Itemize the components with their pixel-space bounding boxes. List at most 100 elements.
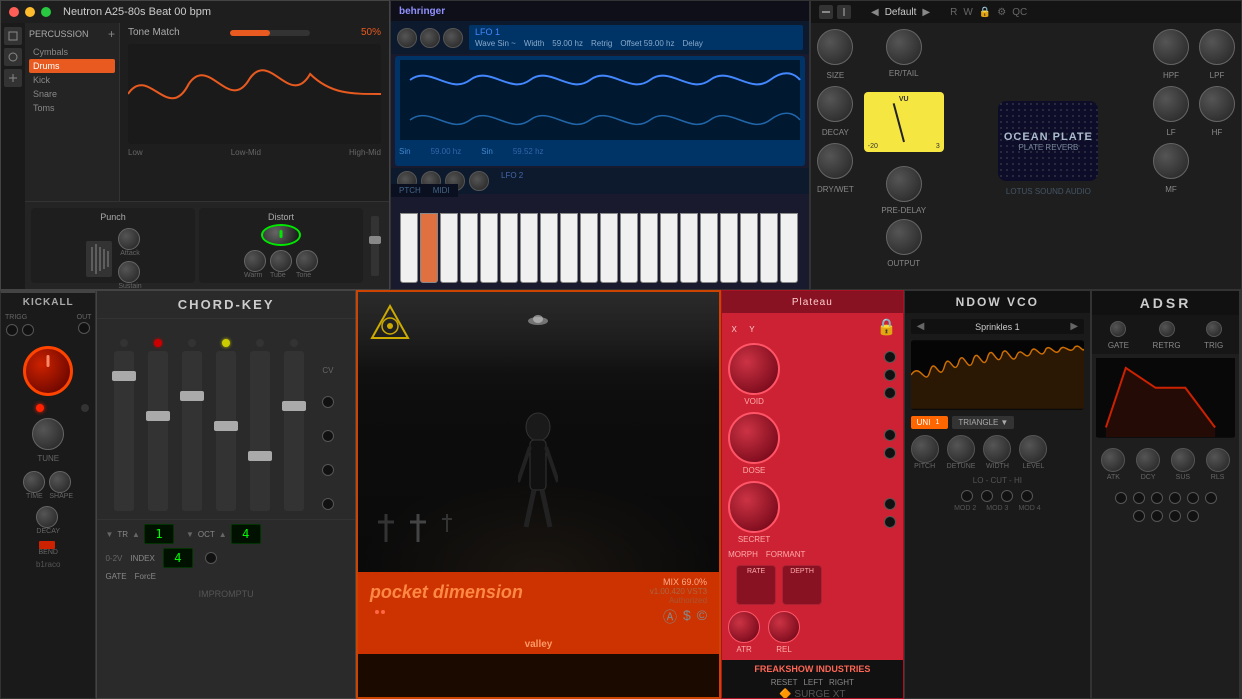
preset-prev-arrow[interactable]: ◀ (917, 321, 925, 332)
reverb-drywet-knob[interactable] (817, 143, 853, 179)
sidebar-btn-3[interactable] (4, 69, 22, 87)
percussion-kick[interactable]: Kick (29, 73, 115, 87)
reverb-decay-knob[interactable] (817, 86, 853, 122)
reverb-predelay-knob[interactable] (886, 166, 922, 202)
fader-4-track[interactable] (216, 351, 236, 511)
dose-knob[interactable] (728, 412, 780, 464)
fader-2-handle[interactable] (146, 411, 170, 421)
key-e2[interactable] (580, 213, 598, 283)
fader-3-handle[interactable] (180, 391, 204, 401)
fader-5-handle[interactable] (248, 451, 272, 461)
fader-6-track[interactable] (284, 351, 304, 511)
rel-knob[interactable] (768, 611, 800, 643)
fs-jack-7[interactable] (884, 516, 896, 528)
vco-knob-1[interactable] (911, 435, 939, 463)
fs-jack-1[interactable] (884, 351, 896, 363)
distort-main-knob[interactable] (261, 224, 301, 246)
key-a[interactable] (500, 213, 518, 283)
tone-match-slider[interactable] (230, 30, 310, 36)
adsr-jack-7[interactable] (1133, 510, 1145, 522)
close-dot[interactable] (9, 7, 19, 17)
maximize-dot[interactable] (41, 7, 51, 17)
adsr-jack-9[interactable] (1169, 510, 1181, 522)
out-jack[interactable] (78, 322, 90, 334)
key-e3[interactable] (720, 213, 738, 283)
vco-jack-1[interactable] (961, 490, 973, 502)
triangle-btn[interactable]: TRIANGLE ▼ (952, 416, 1014, 429)
key-d[interactable] (420, 213, 438, 283)
percussion-cymbals[interactable]: Cymbals (29, 45, 115, 59)
reverb-btn-w[interactable]: W (963, 7, 972, 18)
kickall-main-knob[interactable] (23, 346, 73, 396)
reverb-lpf-knob[interactable] (1199, 29, 1235, 65)
rate-module[interactable]: RATE (736, 565, 776, 605)
preset-next-arrow[interactable]: ▶ (1070, 321, 1078, 332)
punch-attack-knob[interactable] (118, 228, 140, 250)
distort-knob-1[interactable] (244, 250, 266, 272)
key-d3[interactable] (700, 213, 718, 283)
vco-knob-2[interactable] (947, 435, 975, 463)
kickall-bend-slider[interactable] (39, 541, 55, 549)
wvco-preset-bar[interactable]: ◀ Sprinkles 1 ▶ (911, 319, 1084, 334)
cv-jack-3[interactable] (322, 464, 334, 476)
reverb-hf-knob[interactable] (1199, 86, 1235, 122)
key-f[interactable] (460, 213, 478, 283)
key-e[interactable] (440, 213, 458, 283)
tr-down-btn[interactable]: ▼ (105, 530, 113, 539)
cv-jack-4[interactable] (322, 498, 334, 510)
fader-6-handle[interactable] (282, 401, 306, 411)
reverb-mf-knob[interactable] (1153, 143, 1189, 179)
percussion-add-btn[interactable]: + (108, 27, 115, 41)
fs-jack-4[interactable] (884, 429, 896, 441)
adsr-jack-8[interactable] (1151, 510, 1163, 522)
fs-jack-5[interactable] (884, 447, 896, 459)
cv-jack-2[interactable] (322, 430, 334, 442)
oct-down-btn[interactable]: ▼ (186, 530, 194, 539)
atk-knob[interactable] (1101, 448, 1125, 472)
reverb-btn-lock[interactable]: 🔒 (979, 7, 991, 18)
fader-1-handle[interactable] (112, 371, 136, 381)
reverb-ertail-knob[interactable] (886, 29, 922, 65)
minimize-dot[interactable] (25, 7, 35, 17)
reverb-nav-next[interactable]: ▶ (922, 7, 930, 18)
percussion-drums[interactable]: Drums (29, 59, 115, 73)
sus-knob[interactable] (1171, 448, 1195, 472)
distort-knob-3[interactable] (296, 250, 318, 272)
synth-rate-knob[interactable] (397, 28, 417, 48)
kickall-tune-knob[interactable] (32, 418, 64, 450)
index-jack[interactable] (205, 552, 217, 564)
reverb-hpf-knob[interactable] (1153, 29, 1189, 65)
trigg-jack-2[interactable] (22, 324, 34, 336)
vco-knob-3[interactable] (983, 435, 1011, 463)
fader-2-track[interactable] (148, 351, 168, 511)
cv-jack-1[interactable] (322, 396, 334, 408)
fs-jack-3[interactable] (884, 387, 896, 399)
key-g3[interactable] (760, 213, 778, 283)
fader-1-track[interactable] (114, 351, 134, 511)
fader-3-track[interactable] (182, 351, 202, 511)
gate-knob[interactable] (1110, 321, 1126, 337)
punch-sustain-knob[interactable] (118, 261, 140, 283)
reverb-btn-r[interactable]: R (950, 7, 957, 18)
trig-knob[interactable] (1206, 321, 1222, 337)
key-a3[interactable] (780, 213, 798, 283)
depth-module[interactable]: DEPTH (782, 565, 822, 605)
adsr-jack-5[interactable] (1187, 492, 1199, 504)
fs-jack-6[interactable] (884, 498, 896, 510)
void-knob[interactable] (728, 343, 780, 395)
key-f2[interactable] (600, 213, 618, 283)
key-c2[interactable] (540, 213, 558, 283)
distort-knob-2[interactable] (270, 250, 292, 272)
key-g2[interactable] (620, 213, 638, 283)
reverb-preset-nav[interactable]: ◀ Default ▶ (871, 7, 930, 18)
key-d2[interactable] (560, 213, 578, 283)
left-label[interactable]: LEFT (803, 678, 823, 687)
adsr-jack-4[interactable] (1169, 492, 1181, 504)
adsr-jack-3[interactable] (1151, 492, 1163, 504)
dcy-knob[interactable] (1136, 448, 1160, 472)
reverb-btn-qc[interactable]: QC (1012, 7, 1027, 18)
percussion-snare[interactable]: Snare (29, 87, 115, 101)
vco-jack-4[interactable] (1021, 490, 1033, 502)
key-f3[interactable] (740, 213, 758, 283)
secret-knob[interactable] (728, 481, 780, 533)
